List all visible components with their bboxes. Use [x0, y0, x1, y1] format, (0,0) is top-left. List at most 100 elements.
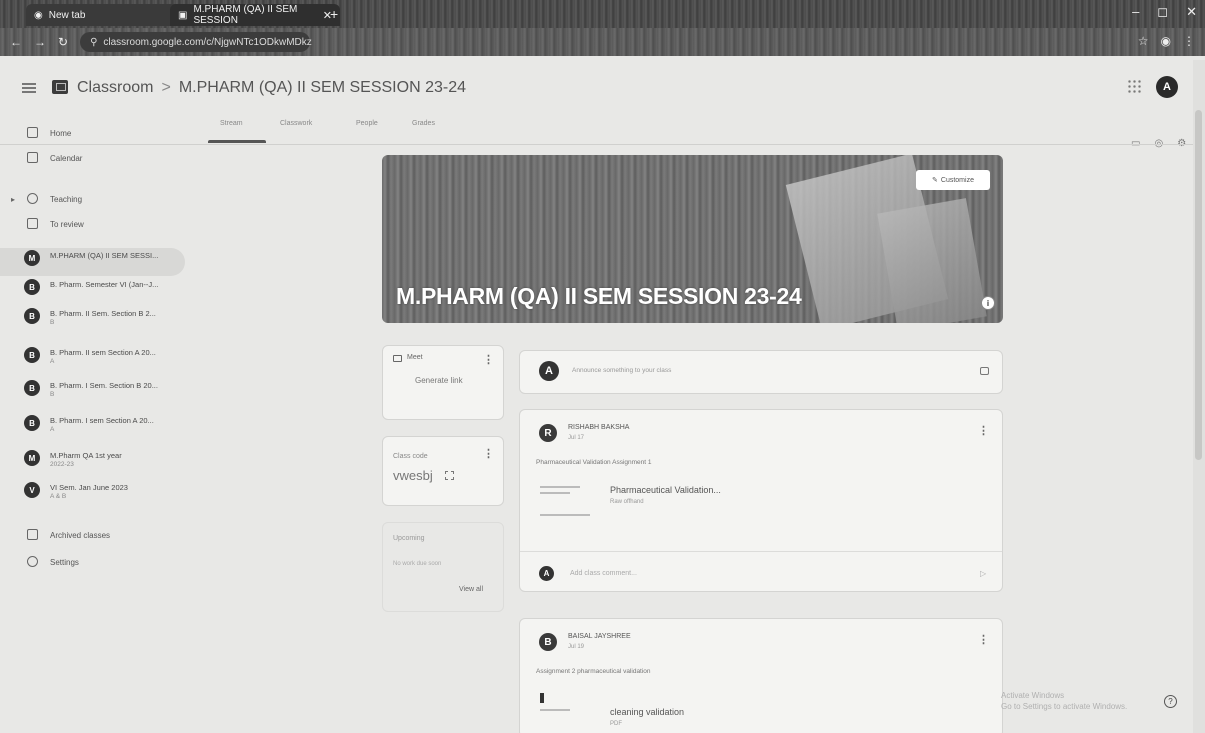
google-apps-icon[interactable] — [1127, 79, 1141, 93]
customize-label: Customize — [940, 176, 974, 184]
send-icon[interactable]: ▷ — [980, 569, 986, 578]
class-avatar: M — [24, 450, 40, 466]
class-section: B — [50, 391, 55, 398]
generate-link-button[interactable]: Generate link — [415, 376, 463, 385]
tab-people[interactable]: People — [356, 120, 378, 127]
post-body: Assignment 2 pharmaceutical validation — [536, 668, 651, 675]
class-avatar: B — [24, 347, 40, 363]
tab-grades[interactable]: Grades — [412, 120, 435, 127]
close-window-icon[interactable]: ✕ — [1186, 4, 1197, 20]
sidebar-label: Archived classes — [50, 530, 111, 540]
attachment-type: Raw offhand — [610, 499, 644, 505]
scrollbar-thumb[interactable] — [1195, 110, 1202, 460]
minimize-icon[interactable]: – — [1132, 4, 1139, 20]
sidebar-class-item[interactable]: B B. Pharm. I Sem. Section B 20... B — [0, 378, 200, 406]
sidebar-label: To review — [50, 219, 84, 229]
sidebar-class-item[interactable]: B B. Pharm. II Sem. Section B 2... B — [0, 306, 200, 334]
help-icon[interactable]: ? — [1164, 695, 1177, 708]
announce-placeholder[interactable]: Announce something to your class — [572, 367, 671, 374]
stream-post: B BAISAL JAYSHREE Jul 19 ⋮ Assignment 2 … — [519, 618, 1003, 733]
attachment-title[interactable]: Pharmaceutical Validation... — [610, 485, 721, 495]
meet-label: Meet — [407, 354, 423, 361]
window-controls: – ◻ ✕ — [1132, 4, 1197, 20]
sidebar-class-item[interactable]: B B. Pharm. Semester VI (Jan--J... — [0, 277, 200, 305]
class-code-value: vwesbj — [393, 468, 433, 483]
breadcrumb-app-link[interactable]: Classroom — [77, 79, 153, 97]
scrollbar[interactable] — [1193, 60, 1205, 733]
comment-input[interactable]: Add class comment... — [570, 570, 637, 577]
more-options-icon[interactable]: ⋮ — [978, 424, 989, 437]
archive-icon — [27, 529, 38, 540]
sidebar-class-item[interactable]: B B. Pharm. I sem Section A 20... A — [0, 413, 200, 441]
settings-gear-icon — [27, 556, 38, 567]
class-name: B. Pharm. I Sem. Section B 20... — [50, 381, 158, 390]
upcoming-subtext: No work due soon — [393, 561, 442, 567]
site-info-icon[interactable]: ⚲ — [90, 37, 97, 48]
class-name: B. Pharm. Semester VI (Jan--J... — [50, 280, 159, 289]
sidebar-item-settings[interactable]: Settings — [0, 551, 200, 573]
forward-icon[interactable]: → — [34, 35, 46, 49]
class-name: M.PHARM (QA) II SEM SESSI... — [50, 251, 159, 260]
windows-activation-watermark: Activate Windows Go to Settings to activ… — [1001, 690, 1127, 712]
thumb-line — [540, 492, 570, 494]
breadcrumb-class-title[interactable]: M.PHARM (QA) II SEM SESSION 23-24 — [179, 79, 466, 97]
class-section: A — [50, 358, 55, 365]
announce-box[interactable]: A Announce something to your class — [519, 350, 1003, 394]
sidebar-class-item[interactable]: B B. Pharm. II sem Section A 20... A — [0, 345, 200, 373]
more-options-icon[interactable]: ⋮ — [483, 353, 494, 366]
sidebar-class-item[interactable]: V VI Sem. Jan June 2023 A & B — [0, 480, 200, 508]
sidebar-label: Calendar — [50, 153, 83, 163]
class-name: VI Sem. Jan June 2023 — [50, 483, 128, 492]
maximize-icon[interactable]: ◻ — [1157, 4, 1168, 20]
view-all-link[interactable]: View all — [459, 586, 483, 593]
more-options-icon[interactable]: ⋮ — [483, 447, 494, 460]
attachment-title[interactable]: cleaning validation — [610, 707, 684, 717]
user-avatar: A — [539, 361, 559, 381]
browser-menu-icon[interactable]: ⋮ — [1183, 34, 1195, 48]
profile-icon[interactable]: ◉ — [1161, 34, 1171, 48]
tab-classwork[interactable]: Classwork — [280, 120, 312, 127]
back-icon[interactable]: ← — [10, 35, 22, 49]
sidebar-class-item[interactable]: M M.PHARM (QA) II SEM SESSI... — [0, 248, 185, 276]
class-section: A & B — [50, 493, 67, 500]
new-tab-icon[interactable]: + — [330, 6, 338, 22]
hamburger-menu-icon[interactable] — [22, 83, 36, 93]
comment-row: A Add class comment... ▷ — [520, 551, 1002, 591]
banner-title: M.PHARM (QA) II SEM SESSION 23-24 — [396, 283, 802, 309]
more-options-icon[interactable]: ⋮ — [978, 633, 989, 646]
fullscreen-icon[interactable] — [445, 471, 454, 480]
tab-stream[interactable]: Stream — [220, 120, 243, 127]
sidebar-item-archived[interactable]: Archived classes — [0, 524, 200, 546]
folder-icon — [27, 218, 38, 229]
url-field[interactable]: ⚲ classroom.google.com/c/NjgwNTc1ODkwMDk… — [80, 32, 312, 52]
post-date: Jul 17 — [568, 435, 585, 441]
classroom-logo-icon[interactable] — [52, 80, 68, 94]
bookmark-star-icon[interactable]: ☆ — [1138, 34, 1149, 48]
pencil-icon: ✎ — [932, 177, 938, 184]
account-avatar[interactable]: A — [1156, 76, 1178, 98]
author-avatar: R — [539, 424, 557, 442]
sidebar-class-item[interactable]: M M.Pharm QA 1st year 2022-23 — [0, 448, 200, 476]
attachment-thumbnail[interactable] — [536, 476, 606, 522]
sidebar-item-to-review[interactable]: To review — [0, 213, 200, 235]
class-info-icon[interactable]: i — [981, 296, 995, 310]
customize-button[interactable]: ✎ Customize — [916, 170, 990, 190]
thumb-line — [540, 514, 590, 516]
tab-title: M.PHARM (QA) II SEM SESSION — [193, 4, 298, 26]
class-name: B. Pharm. I sem Section A 20... — [50, 416, 154, 425]
sidebar-item-calendar[interactable]: Calendar — [0, 147, 200, 169]
expand-caret-icon[interactable]: ▸ — [11, 195, 15, 204]
class-code-card: Class code ⋮ vwesbj — [382, 436, 504, 506]
class-avatar: B — [24, 279, 40, 295]
class-name: B. Pharm. II Sem. Section B 2... — [50, 309, 156, 318]
attachment-thumbnail[interactable] — [536, 685, 606, 731]
home-icon — [27, 127, 38, 138]
browser-tab-classroom[interactable]: ▣ M.PHARM (QA) II SEM SESSION ✕ — [170, 4, 340, 26]
sidebar-label: Settings — [50, 557, 79, 567]
class-code-label: Class code — [393, 453, 428, 460]
repost-icon[interactable] — [980, 367, 989, 375]
reload-icon[interactable]: ↻ — [58, 35, 68, 49]
sidebar-item-teaching[interactable]: ▸ Teaching — [0, 188, 200, 210]
sidebar-item-home[interactable]: Home — [0, 122, 200, 144]
banner-illustration — [877, 198, 987, 323]
